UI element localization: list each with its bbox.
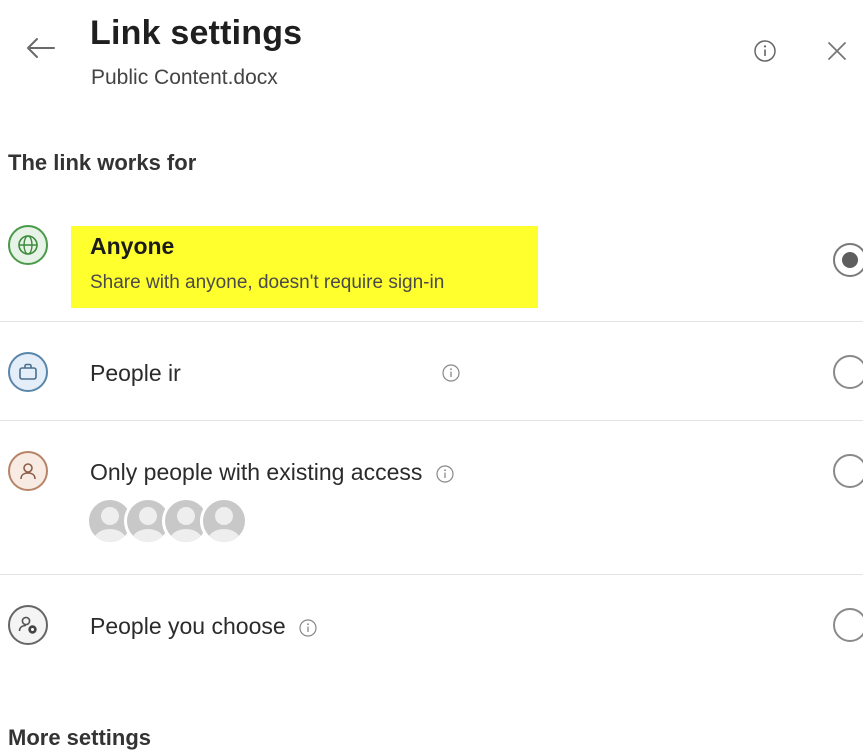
option-people-in-org-info-button[interactable] [441,363,461,388]
panel-header: Link settings Public Content.docx [0,0,863,110]
option-existing-access-label: Only people with existing access [90,459,423,485]
person-icon [8,451,48,491]
info-button[interactable] [750,36,780,66]
close-icon [828,42,846,60]
option-anyone-description: Share with anyone, doesn't require sign-… [90,272,445,293]
radio-existing-access[interactable] [833,454,863,488]
option-people-you-choose[interactable]: People you choose [0,575,863,675]
option-people-you-choose-label: People you choose [90,613,286,639]
person-gear-icon [8,605,48,645]
radio-people-in-org[interactable] [833,355,863,389]
info-icon [436,465,454,483]
arrow-left-icon [27,38,55,58]
file-name: Public Content.docx [91,66,278,89]
option-existing-access-info-button[interactable] [435,464,455,484]
option-people-in-org-label: People ir [90,360,181,386]
section-title-link-works-for: The link works for [8,150,197,175]
info-icon [299,619,317,637]
globe-icon [8,225,48,265]
info-icon [442,364,460,382]
radio-people-you-choose[interactable] [833,608,863,642]
option-people-in-org[interactable]: People ir [0,322,863,419]
briefcase-icon [8,352,48,392]
avatar-group [86,497,256,549]
option-existing-access-row: Only people with existing access [90,459,455,486]
option-people-you-choose-row: People you choose [90,613,318,640]
section-title-more-settings: More settings [8,725,152,750]
back-button[interactable] [20,28,60,68]
option-people-you-choose-info-button[interactable] [298,618,318,638]
avatar [200,497,248,545]
option-anyone[interactable]: Anyone Share with anyone, doesn't requir… [0,215,863,320]
option-anyone-label: Anyone [90,233,175,259]
radio-anyone[interactable] [833,243,863,277]
info-icon [754,40,776,62]
close-button[interactable] [820,34,854,68]
page-title: Link settings [90,14,303,52]
